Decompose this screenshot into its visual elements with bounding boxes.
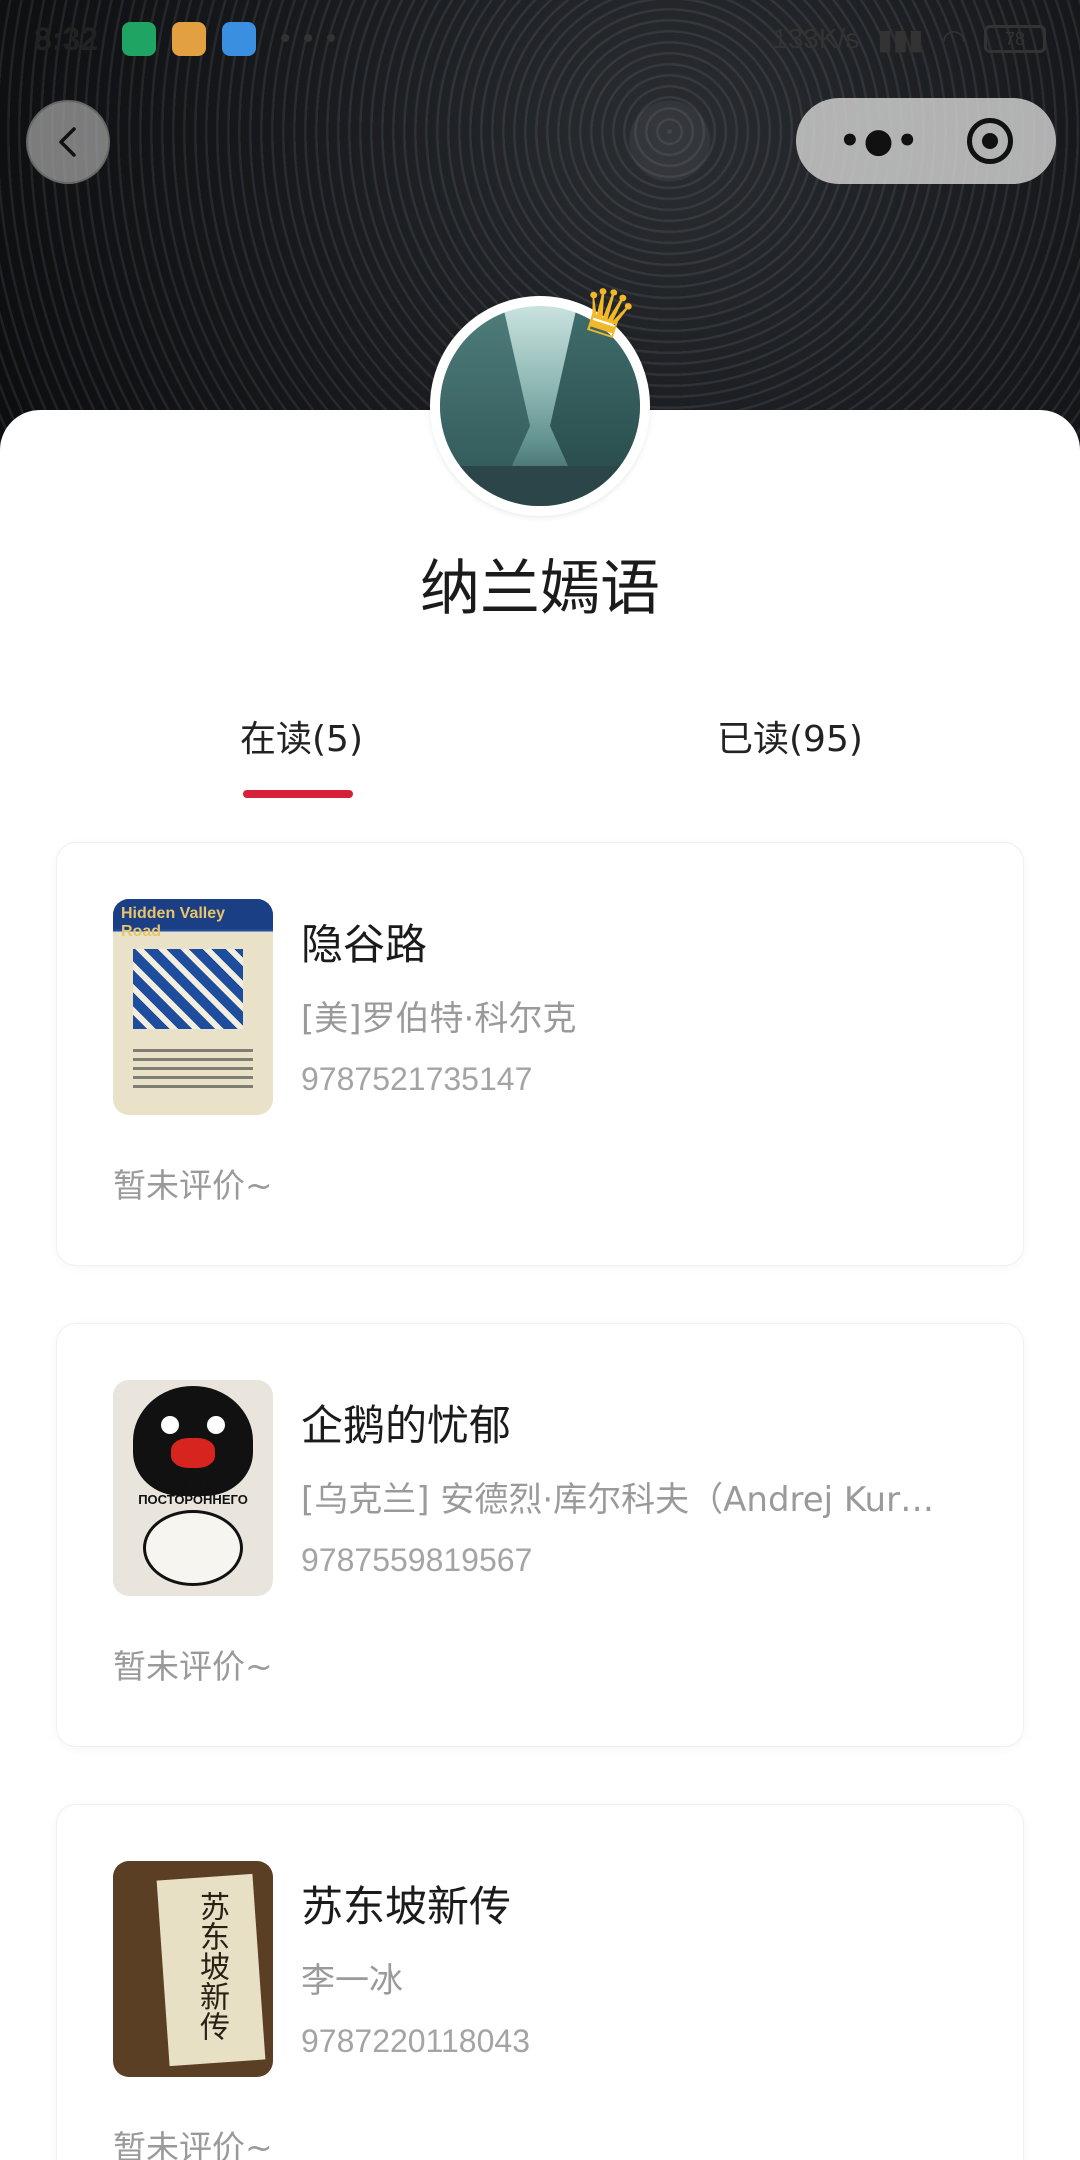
book-review: 暂未评价~ bbox=[113, 1166, 273, 1205]
wifi-icon: ◠ bbox=[941, 23, 966, 55]
net-speed: 133K/s bbox=[772, 23, 860, 54]
profile-name: 纳兰嫣语 bbox=[420, 554, 660, 624]
target-circle-icon[interactable] bbox=[967, 118, 1014, 164]
status-bar: 8:32 • • • 133K/s ▮▮▮ ◠ 78 bbox=[0, 0, 1080, 78]
reading-tabs: 在读(5) 已读(95) bbox=[0, 710, 1080, 800]
book-title: 隐谷路 bbox=[301, 920, 428, 969]
cover-text: Hidden Valley Road bbox=[113, 899, 273, 940]
tab-reading[interactable]: 在读(5) bbox=[240, 710, 363, 762]
chevron-left-icon bbox=[59, 127, 76, 157]
battery-icon: 78 bbox=[984, 25, 1046, 53]
tab-read[interactable]: 已读(95) bbox=[717, 710, 863, 762]
book-card[interactable]: Hidden Valley Road 隐谷路 [美]罗伯特·科尔克 978752… bbox=[56, 842, 1024, 1266]
chat-app-icon bbox=[172, 22, 207, 56]
book-card[interactable]: СМЕРТЬ ПОСТОРОННЕГО 企鹅的忧郁 [乌克兰] 安德烈·库尔科夫… bbox=[56, 1323, 1024, 1747]
book-title: 苏东坡新传 bbox=[301, 1882, 512, 1931]
book-author: [乌克兰] 安德烈·库尔科夫（Andrej Kur… bbox=[301, 1480, 935, 1520]
mini-program-capsule: •●• bbox=[796, 98, 1056, 184]
book-card[interactable]: 苏东坡新传 苏东坡新传 李一冰 9787220118043 暂未评价~ bbox=[56, 1804, 1024, 2160]
more-dots-icon[interactable]: •●• bbox=[839, 121, 921, 161]
book-cover: 苏东坡新传 bbox=[113, 1861, 273, 2077]
book-author: 李一冰 bbox=[301, 1961, 403, 2001]
book-title: 企鹅的忧郁 bbox=[301, 1401, 512, 1450]
book-cover: Hidden Valley Road bbox=[113, 899, 273, 1115]
status-time: 8:32 bbox=[34, 20, 99, 57]
book-review: 暂未评价~ bbox=[113, 2128, 273, 2160]
book-isbn: 9787559819567 bbox=[301, 1542, 533, 1578]
cover-text: СМЕРТЬ ПОСТОРОННЕГО bbox=[138, 1476, 248, 1507]
more-notifications-icon: • • • bbox=[280, 22, 339, 55]
active-tab-indicator bbox=[243, 790, 353, 798]
book-isbn: 9787220118043 bbox=[301, 2023, 530, 2059]
browser-app-icon bbox=[222, 22, 257, 56]
book-isbn: 9787521735147 bbox=[301, 1061, 533, 1097]
book-cover: СМЕРТЬ ПОСТОРОННЕГО bbox=[113, 1380, 273, 1596]
signal-icon: ▮▮▮ bbox=[877, 23, 924, 55]
back-button[interactable] bbox=[26, 100, 110, 184]
book-review: 暂未评价~ bbox=[113, 1647, 273, 1686]
shield-app-icon bbox=[122, 22, 157, 56]
status-right: 133K/s ▮▮▮ ◠ 78 bbox=[772, 23, 1046, 56]
cover-text: 苏东坡新传 bbox=[194, 1891, 229, 2041]
book-author: [美]罗伯特·科尔克 bbox=[301, 999, 577, 1039]
